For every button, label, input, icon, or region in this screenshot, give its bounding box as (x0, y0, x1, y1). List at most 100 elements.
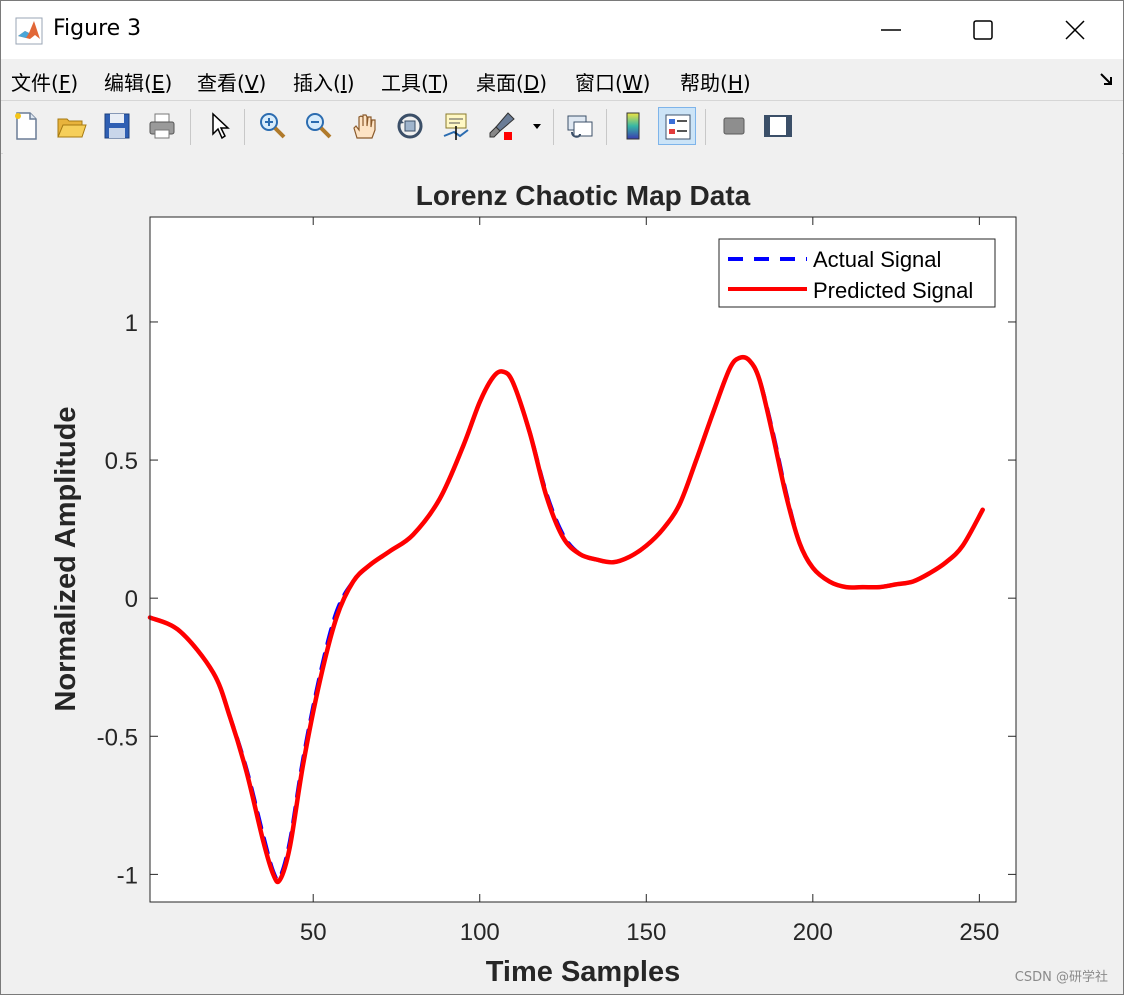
menu-label: 桌面( (476, 71, 524, 95)
link-plot-button[interactable] (561, 107, 599, 145)
legend-label-actual: Actual Signal (813, 247, 941, 272)
close-icon (1065, 20, 1085, 40)
print-icon (149, 113, 175, 139)
y-axis-label: Normalized Amplitude (50, 406, 82, 711)
menu-insert[interactable]: 插入(I) (293, 67, 355, 96)
menu-file[interactable]: 文件(F) (11, 67, 78, 96)
menu-tools[interactable]: 工具(T) (381, 67, 449, 96)
toolbar-separator (705, 109, 706, 145)
figure-window: Figure 3 文件(F) 编辑(E) 查看(V) 插入(I) 工具(T) 桌… (0, 0, 1124, 995)
toolbar-separator (553, 109, 554, 145)
colorbar-button[interactable] (614, 107, 652, 145)
lorenz-line-chart[interactable]: Lorenz Chaotic Map Data 50 100 150 200 250 1 0… (3, 153, 1122, 993)
x-axis-label: Time Samples (486, 956, 681, 988)
figure-canvas[interactable]: Lorenz Chaotic Map Data 50 100 150 200 250 1 0… (3, 153, 1122, 993)
zoom-in-icon (260, 113, 286, 139)
menu-suffix: ) (70, 71, 79, 95)
brush-icon (489, 112, 515, 140)
y-tick-label: -1 (117, 862, 138, 889)
minimize-button[interactable] (845, 1, 937, 59)
menu-suffix: ) (742, 71, 751, 95)
legend-label-predicted: Predicted Signal (813, 278, 973, 303)
maximize-icon (973, 20, 993, 40)
menu-window[interactable]: 窗口(W) (575, 67, 650, 96)
menu-label: 文件( (11, 71, 59, 95)
hide-plot-tools-icon (723, 117, 745, 135)
brush-button[interactable] (483, 107, 521, 145)
menu-label: 查看( (197, 71, 245, 95)
x-tick-label: 50 (300, 919, 327, 946)
x-tick-label: 100 (460, 919, 500, 946)
x-tick-label: 200 (793, 919, 833, 946)
watermark: CSDN @研学社 (1014, 970, 1108, 985)
menu-label: 窗口( (575, 71, 623, 95)
matlab-logo-icon (15, 17, 43, 45)
menu-label: 工具( (381, 71, 429, 95)
window-title: Figure 3 (53, 16, 142, 41)
menu-suffix: ) (539, 71, 548, 95)
legend[interactable]: Actual Signal Predicted Signal (718, 238, 996, 308)
menu-hotkey: T (428, 71, 442, 95)
dock-figure-icon[interactable] (1099, 71, 1115, 87)
data-cursor-icon (443, 113, 469, 140)
menu-hotkey: V (244, 71, 259, 95)
select-arrow-icon (212, 112, 230, 140)
menu-hotkey: F (58, 71, 71, 95)
menu-suffix: ) (441, 71, 449, 95)
hide-plot-tools-button[interactable] (715, 107, 753, 145)
menu-view[interactable]: 查看(V) (197, 67, 266, 96)
pan-button[interactable] (345, 107, 383, 145)
save-button[interactable] (98, 107, 136, 145)
y-tick-label: 0.5 (105, 448, 138, 475)
axes-background (150, 217, 1016, 902)
menu-desktop[interactable]: 桌面(D) (476, 67, 547, 96)
menu-label: 帮助( (680, 71, 728, 95)
menu-suffix: ) (258, 71, 267, 95)
menu-hotkey: E (151, 71, 165, 95)
menu-suffix: ) (164, 71, 173, 95)
zoom-in-button[interactable] (253, 107, 291, 145)
menu-edit[interactable]: 编辑(E) (104, 67, 172, 96)
x-tick-label: 250 (959, 919, 999, 946)
data-cursor-button[interactable] (437, 107, 475, 145)
minimize-icon (881, 29, 901, 31)
menu-suffix: ) (642, 71, 651, 95)
print-button[interactable] (143, 107, 181, 145)
toolbar-separator (244, 109, 245, 145)
maximize-button[interactable] (937, 1, 1029, 59)
toolbar-separator (190, 109, 191, 145)
legend-icon (665, 114, 691, 140)
menu-label: 插入( (293, 71, 341, 95)
menu-hotkey: H (727, 71, 743, 95)
pan-hand-icon (353, 114, 376, 139)
open-file-button[interactable] (52, 107, 90, 145)
y-tick-label: 0 (125, 586, 138, 613)
figure-toolbar (1, 100, 1123, 154)
menu-suffix: ) (346, 71, 355, 95)
brush-dropdown-button[interactable] (527, 107, 547, 145)
new-figure-button[interactable] (7, 107, 45, 145)
colorbar-icon (626, 112, 640, 140)
x-tick-label: 150 (626, 919, 666, 946)
menu-bar: 文件(F) 编辑(E) 查看(V) 插入(I) 工具(T) 桌面(D) 窗口(W… (1, 59, 1123, 99)
select-button[interactable] (200, 107, 238, 145)
y-tick-label: 1 (125, 310, 138, 337)
title-bar[interactable]: Figure 3 (1, 1, 1123, 59)
rotate-3d-icon (397, 113, 423, 139)
save-icon (104, 113, 130, 139)
y-tick-label: -0.5 (97, 724, 138, 751)
chevron-down-icon (533, 124, 541, 129)
rotate-3d-button[interactable] (391, 107, 429, 145)
chart-title: Lorenz Chaotic Map Data (416, 180, 751, 211)
show-plot-tools-button[interactable] (759, 107, 797, 145)
new-figure-icon (15, 112, 37, 140)
menu-label: 编辑( (104, 71, 152, 95)
menu-help[interactable]: 帮助(H) (680, 67, 751, 96)
zoom-out-button[interactable] (299, 107, 337, 145)
close-button[interactable] (1029, 1, 1121, 59)
zoom-out-icon (306, 113, 332, 139)
open-file-icon (57, 118, 87, 138)
legend-button[interactable] (658, 107, 696, 145)
show-plot-tools-icon (764, 115, 792, 137)
menu-hotkey: D (523, 71, 540, 95)
